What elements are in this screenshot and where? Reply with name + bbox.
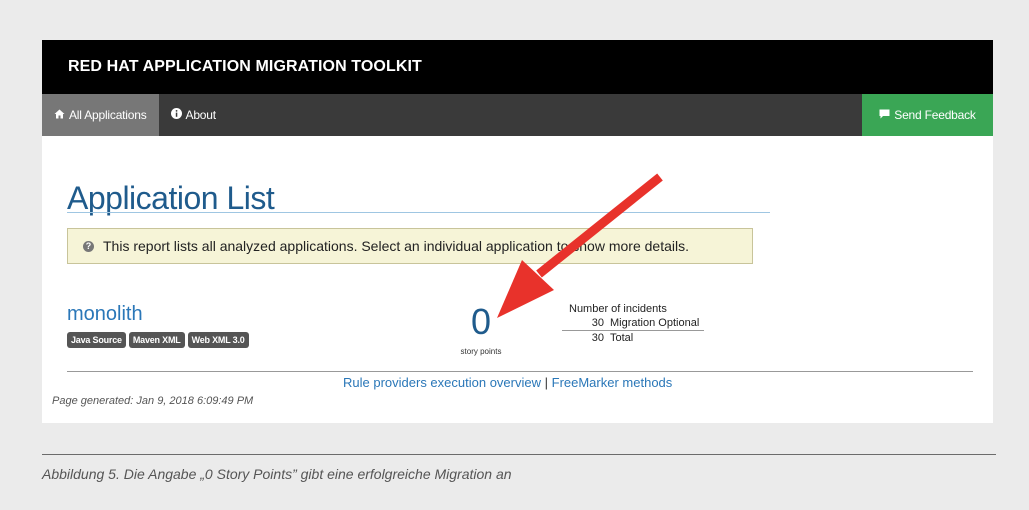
caption-divider (42, 454, 996, 455)
incident-label: Migration Optional (610, 317, 700, 329)
send-feedback-button[interactable]: Send Feedback (862, 94, 993, 136)
brand-bar: RED HAT APPLICATION MIGRATION TOOLKIT (42, 40, 993, 94)
info-icon (170, 108, 182, 122)
incident-count: 30 (591, 317, 604, 329)
question-icon: ? (83, 240, 94, 252)
incidents-divider (562, 330, 704, 331)
tag-maven-xml: Maven XML (128, 332, 185, 348)
application-link-monolith[interactable]: monolith (67, 303, 143, 326)
incident-total-label: Total (610, 332, 634, 344)
title-divider (67, 212, 770, 213)
tag-web-xml: Web XML 3.0 (187, 332, 249, 348)
send-feedback-label: Send Feedback (894, 108, 976, 122)
brand-title: RED HAT APPLICATION MIGRATION TOOLKIT (68, 58, 422, 75)
incident-total-count: 30 (591, 332, 604, 344)
figure-caption: Abbildung 5. Die Angabe „0 Story Points”… (42, 466, 512, 482)
report-screenshot: RED HAT APPLICATION MIGRATION TOOLKIT Al… (42, 40, 993, 423)
nav-item-label: All Applications (69, 108, 147, 122)
footer-links: Rule providers execution overview | Free… (343, 375, 672, 390)
page-generated: Page generated: Jan 9, 2018 6:09:49 PM (52, 395, 254, 407)
nav-item-about[interactable]: About (159, 94, 228, 136)
story-points-value: 0 (470, 301, 492, 342)
info-text: This report lists all analyzed applicati… (103, 238, 689, 254)
footer-divider (67, 371, 973, 372)
tag-java-source: Java Source (67, 332, 126, 348)
incidents-header: Number of incidents (569, 303, 667, 315)
nav-item-label: About (185, 108, 217, 122)
incident-total-row: 30 Total (562, 332, 704, 344)
application-tags: Java Source Maven XML Web XML 3.0 (67, 332, 249, 348)
nav-bar: All Applications About Send Feedback (42, 94, 993, 136)
incidents-summary: Number of incidents 30 Migration Optiona… (562, 303, 704, 344)
comment-icon (879, 108, 890, 122)
home-icon (54, 108, 65, 122)
info-alert: ? This report lists all analyzed applica… (67, 228, 753, 264)
rule-providers-link[interactable]: Rule providers execution overview (343, 375, 541, 390)
footer-separator: | (544, 375, 548, 390)
freemarker-methods-link[interactable]: FreeMarker methods (552, 375, 673, 390)
nav-item-all-applications[interactable]: All Applications (42, 94, 159, 136)
incident-row: 30 Migration Optional (562, 317, 704, 329)
story-points-label: story points (460, 347, 502, 356)
